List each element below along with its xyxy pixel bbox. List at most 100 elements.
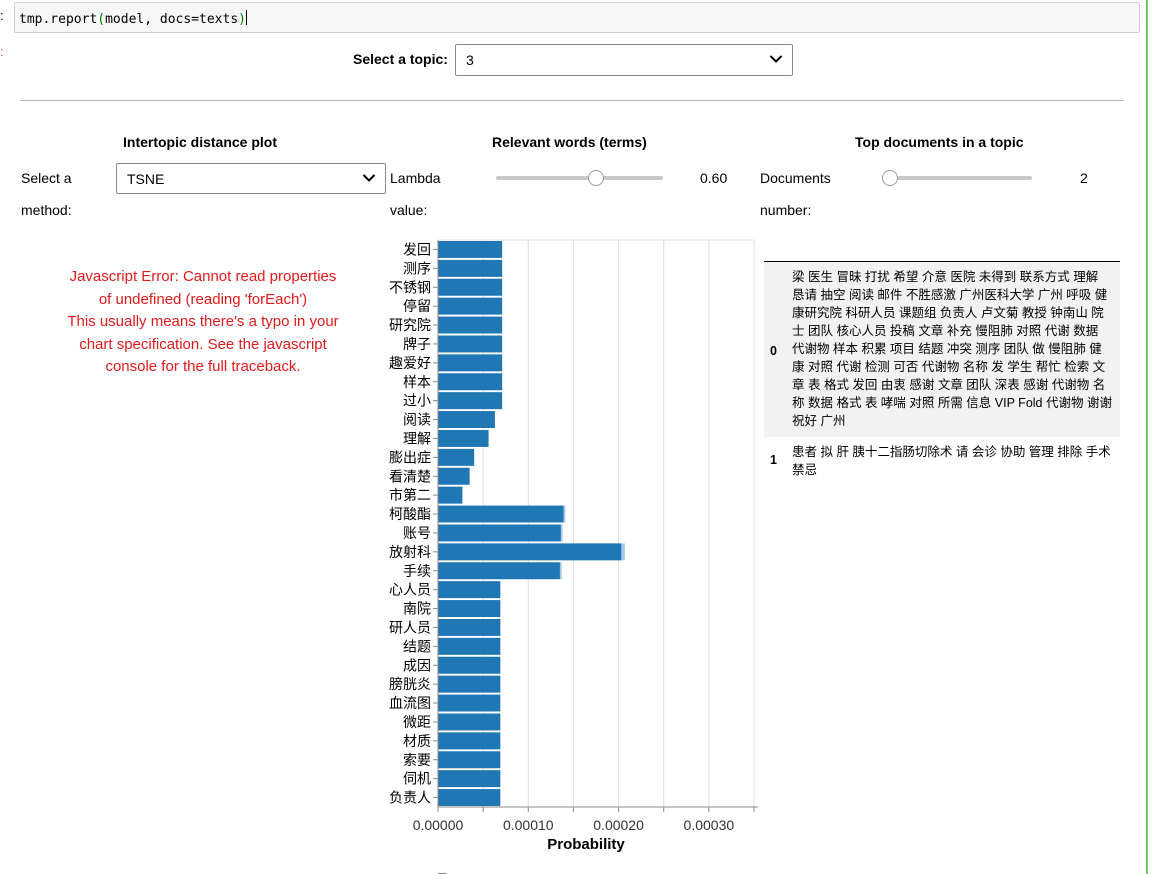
y-tick-label: 结题 [403,638,431,654]
doc-text: 梁 医生 冒昧 打扰 希望 介意 医院 未得到 联系方式 理解 恳请 抽空 阅读… [792,270,1112,428]
method-select-value: TSNE [127,171,165,187]
doc-index: 1 [770,453,777,467]
y-tick-label: 不锈钢 [389,279,431,295]
input-prompt: : [0,8,4,23]
y-tick-label: 索要 [403,752,431,768]
y-tick-label: 阅读 [403,412,431,428]
code-cell-input[interactable]: tmp.report(model, docs=texts) [14,2,1140,33]
cell-selection-bar [1146,0,1148,874]
method-label: Select a [21,170,72,186]
intertopic-title: Intertopic distance plot [123,134,278,150]
code-line: tmp.report(model, docs=texts) [19,10,247,27]
relevant-words-bar-chart: 发回测序不锈钢停留研究院牌子趣爱好样本过小阅读理解膨出症看清楚市第二柯酸酯账号放… [389,239,758,874]
y-tick-label: 账号 [403,525,431,541]
relevant-words-title: Relevant words (terms) [492,134,647,150]
bar-发回 [438,241,503,258]
bar-南院 [438,600,501,617]
y-tick-label: 南院 [403,601,431,617]
y-tick-label: 微距 [403,714,431,730]
bar-成因 [438,656,501,674]
y-tick-label: 发回 [403,241,431,257]
bar-膨出症 [438,448,475,466]
y-tick-label: 过小 [403,393,431,409]
documents-label-cont: number: [760,202,812,218]
y-tick-label: 材质 [403,733,431,749]
bar-材质 [438,732,501,750]
divider [20,100,1124,101]
bar-血流图 [438,694,501,712]
top-documents-title: Top documents in a topic [855,134,1024,150]
bar-看清楚 [438,467,470,485]
lambda-label-cont: value: [390,202,428,218]
y-tick-label: 理解 [403,430,431,446]
y-tick-label: 膀胱炎 [389,676,431,692]
y-tick-label: 研究院 [389,317,431,333]
bar-趣爱好 [438,354,503,372]
bar-索要 [438,751,501,769]
y-tick-label: 伺机 [403,771,431,787]
code-args: model, docs=texts [105,12,239,27]
bar-过小 [438,392,503,410]
bar-柯酸酯 [438,505,564,523]
documents-value: 2 [1080,170,1088,186]
bar-不锈钢 [438,278,503,296]
y-tick-label: 血流图 [389,695,431,711]
code-paren-close: ) [238,12,246,27]
x-tick-label: 0.00030 [684,817,735,833]
code-paren-open: ( [97,12,106,27]
documents-slider-thumb[interactable] [882,170,898,186]
method-label-cont: method: [21,202,72,218]
doc-index: 0 [770,344,777,358]
y-tick-label: 柯酸酯 [389,506,431,522]
error-line: This usually means there's a typo in you… [67,313,339,330]
output-prompt: : [0,44,4,59]
text-cursor [246,10,247,25]
bar-牌子 [438,335,503,353]
x-axis-title: Probability [547,836,625,853]
x-tick-label: 0.00010 [503,817,554,833]
bar-停留 [438,297,503,315]
table-row: 1 患者 拟 肝 胰十二指肠切除术 请 会诊 协助 管理 排除 手术 禁忌 [764,437,1120,486]
y-tick-label: 手续 [403,563,431,579]
y-tick-label: 看清楚 [389,468,431,484]
y-tick-label: 成因 [403,657,431,673]
bar-膀胱炎 [438,675,501,693]
x-tick-label: 0.00020 [593,817,644,833]
y-tick-label: 放射科 [389,544,431,560]
error-line: of undefined (reading 'forEach') [98,290,308,308]
bar-测序 [438,259,503,277]
code-function: tmp.report [19,12,98,27]
y-tick-label: 研人员 [389,619,431,635]
bar-账号 [438,524,561,542]
table-row: 0 梁 医生 冒昧 打扰 希望 介意 医院 未得到 联系方式 理解 恳请 抽空 … [764,262,1120,437]
doc-text: 患者 拟 肝 胰十二指肠切除术 请 会诊 协助 管理 排除 手术 禁忌 [792,445,1111,477]
legend-title: Type [438,870,470,874]
y-tick-label: 测序 [403,260,431,276]
bar-负责人 [438,789,501,806]
bar-市第二 [438,486,463,504]
chevron-down-icon [769,55,783,63]
bar-研究院 [438,316,503,334]
y-tick-label: 负责人 [389,790,431,806]
bar-微距 [438,713,501,731]
bar-阅读 [438,411,495,428]
bar-伺机 [438,770,501,788]
chevron-down-icon [362,174,376,182]
topic-select[interactable]: 3 [455,44,793,76]
y-tick-label: 牌子 [403,336,431,352]
bar-手续 [438,562,560,580]
error-line: Javascript Error: Cannot read properties [69,268,337,285]
method-select[interactable]: TSNE [116,163,386,194]
bar-样本 [438,373,503,391]
documents-slider-track[interactable] [882,176,1032,180]
y-tick-label: 停留 [403,298,431,314]
lambda-slider-thumb[interactable] [588,170,605,186]
lambda-slider-track[interactable] [496,176,663,180]
bar-研人员 [438,619,501,636]
error-line: console for the full traceback. [105,358,301,375]
x-tick-label: 0.00000 [413,817,464,833]
y-tick-label: 市第二 [389,487,431,503]
y-tick-label: 膨出症 [389,449,431,465]
y-tick-label: 趣爱好 [389,355,431,371]
documents-label: Documents [760,170,831,186]
